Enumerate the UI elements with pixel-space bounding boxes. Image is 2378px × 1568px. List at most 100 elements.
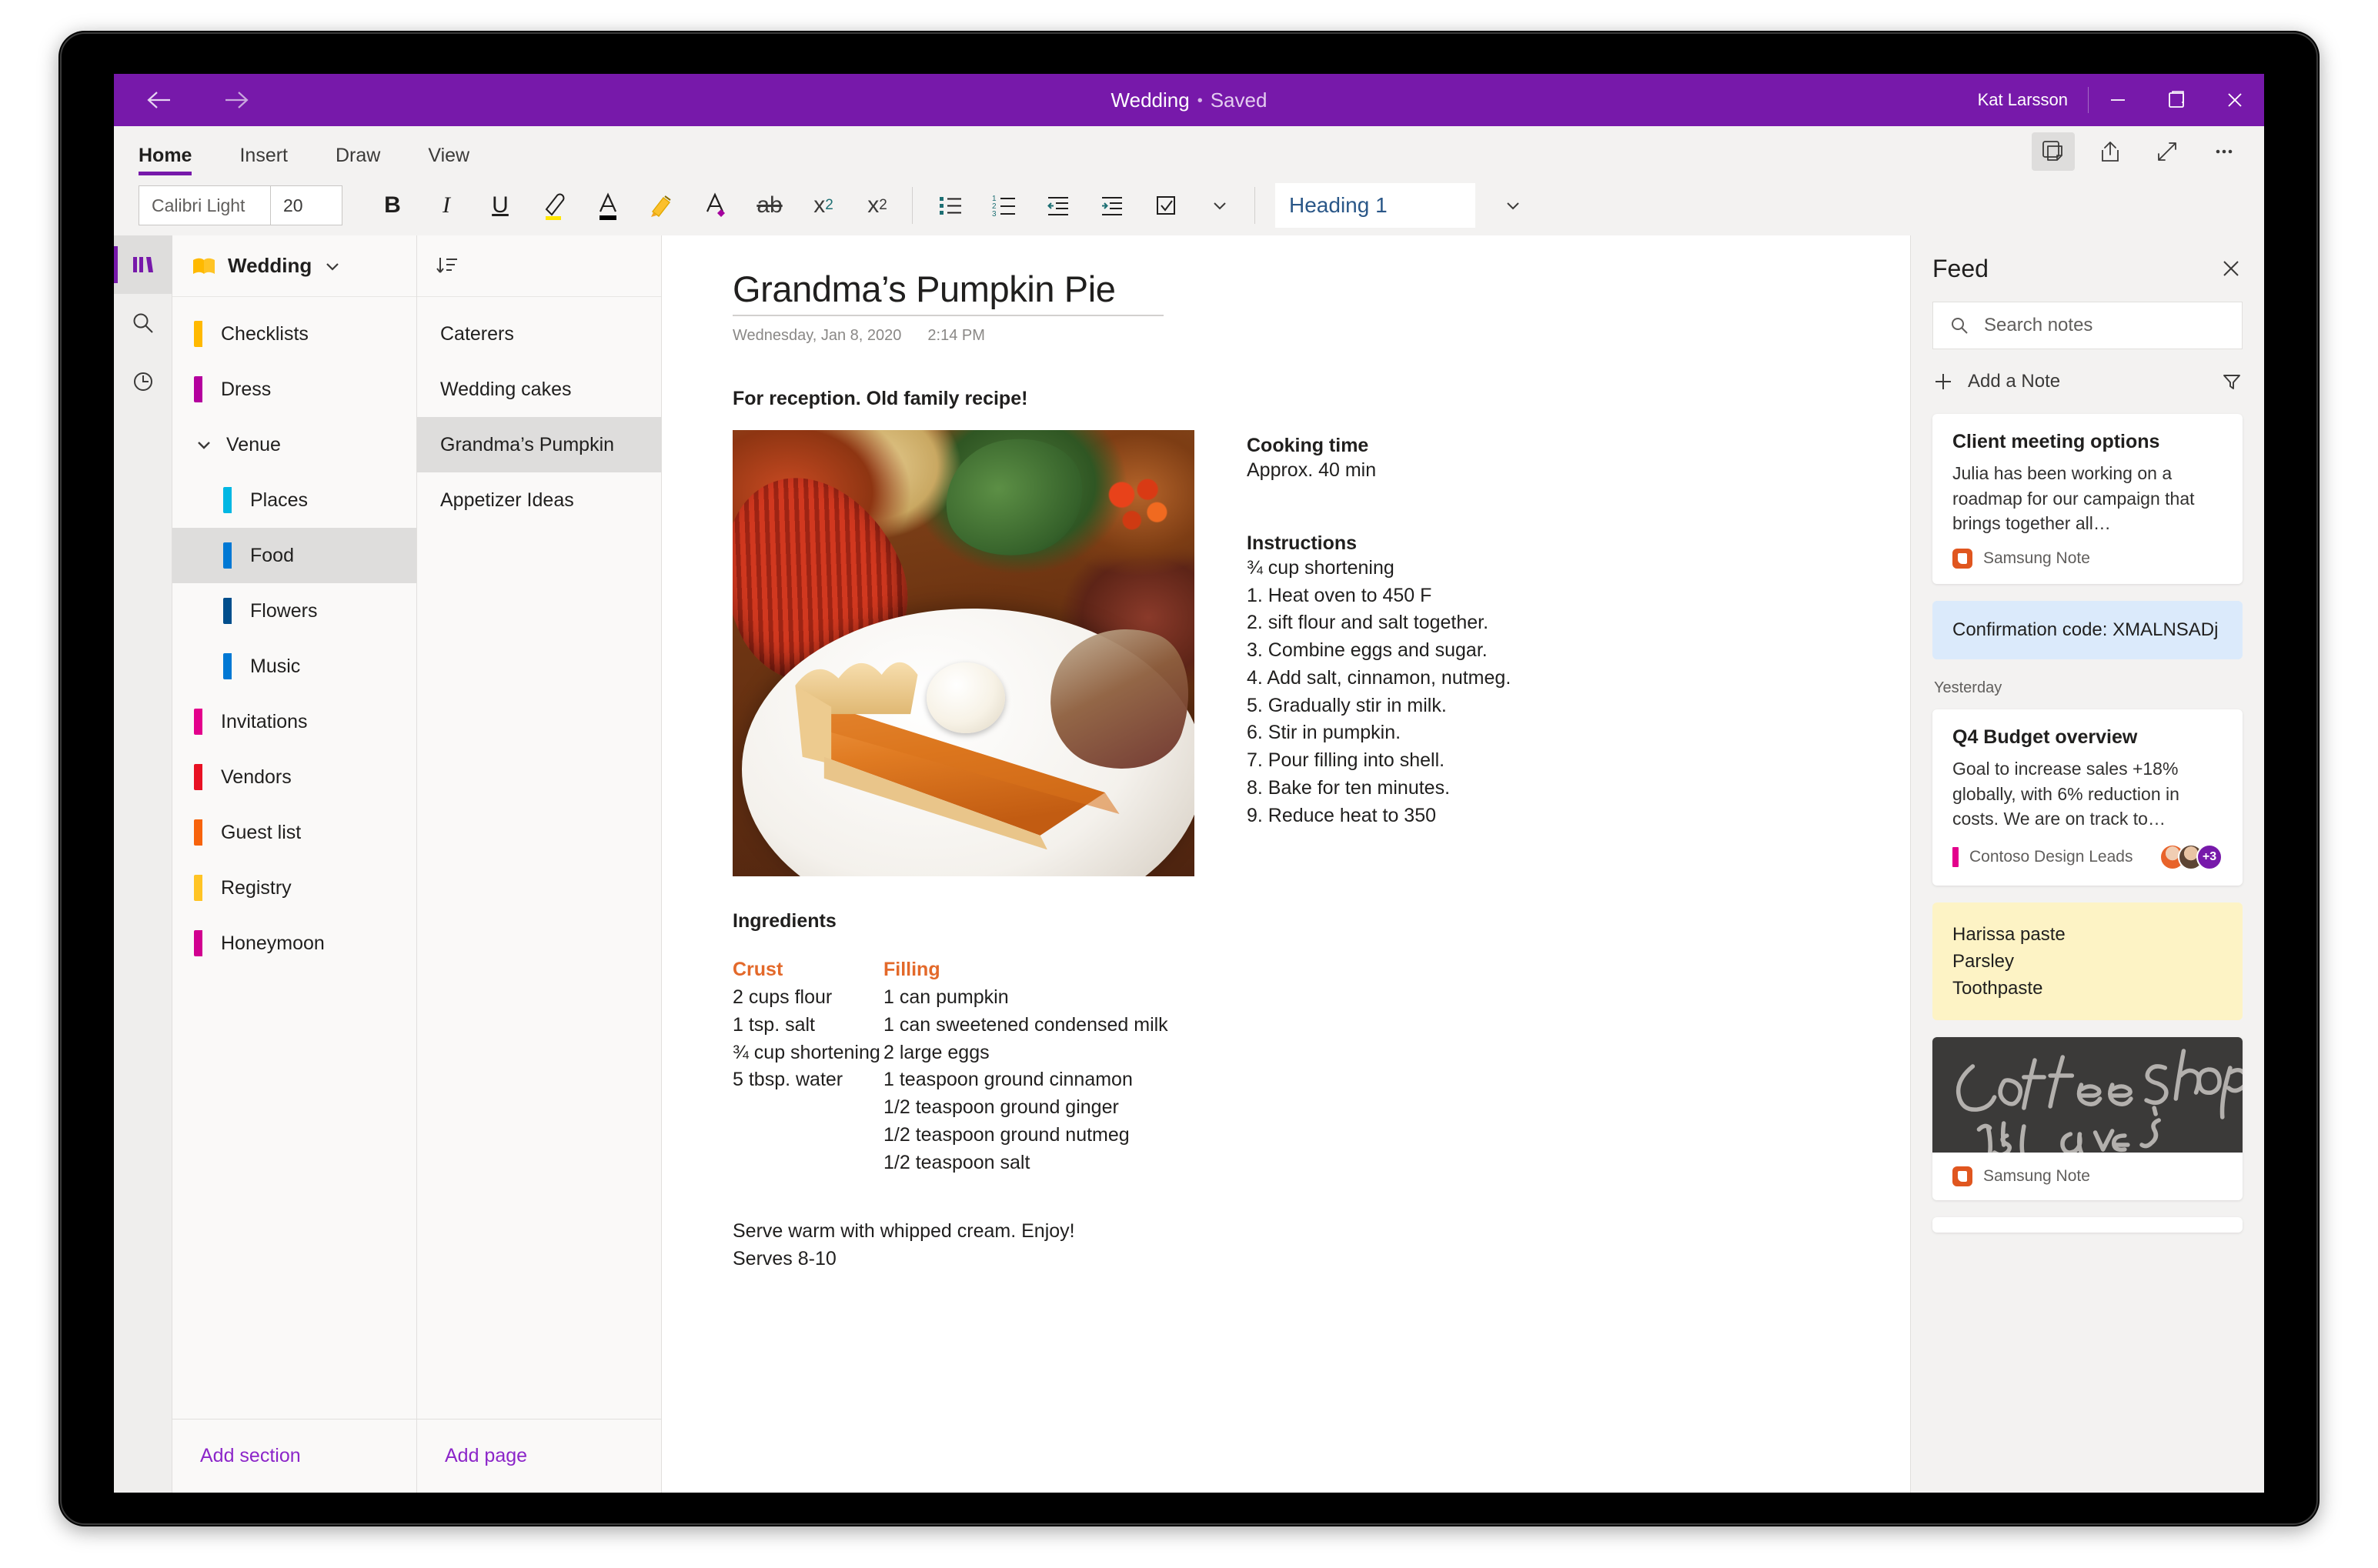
subscript-button[interactable]: x2 bbox=[800, 182, 847, 229]
todo-checkbox-icon[interactable] bbox=[1142, 182, 1190, 229]
close-icon[interactable] bbox=[2219, 257, 2243, 280]
plus-icon bbox=[1932, 371, 1954, 392]
section-item-dress[interactable]: Dress bbox=[172, 362, 416, 417]
section-item-invitations[interactable]: Invitations bbox=[172, 694, 416, 749]
section-label: Guest list bbox=[221, 821, 302, 843]
close-icon[interactable] bbox=[2206, 74, 2264, 126]
onenote-window: Wedding • Saved Kat Larsson Home Insert Dr… bbox=[114, 74, 2264, 1493]
format-painter-icon[interactable] bbox=[638, 182, 686, 229]
font-color-icon[interactable] bbox=[584, 182, 632, 229]
expand-icon[interactable] bbox=[2146, 132, 2189, 171]
superscript-button[interactable]: x2 bbox=[853, 182, 901, 229]
add-note-button[interactable]: Add a Note bbox=[1932, 371, 2060, 392]
section-item-music[interactable]: Music bbox=[172, 639, 416, 694]
numbered-list-icon[interactable]: 123 bbox=[980, 182, 1028, 229]
forward-arrow-icon[interactable] bbox=[214, 74, 260, 126]
page-item-grandmas-pumpkin[interactable]: Grandma’s Pumpkin bbox=[417, 417, 661, 472]
list-more-chevron-down-icon[interactable] bbox=[1196, 182, 1244, 229]
section-color-swatch bbox=[194, 376, 202, 402]
section-item-food[interactable]: Food bbox=[172, 528, 416, 583]
restore-icon[interactable] bbox=[2147, 74, 2206, 126]
card-body: Julia has been working on a roadmap for … bbox=[1952, 463, 2195, 534]
pumpkin-pie-photo[interactable] bbox=[733, 430, 1194, 876]
paragraph-style-select[interactable]: Heading 1 bbox=[1275, 183, 1475, 228]
feed-title: Feed bbox=[1932, 254, 1989, 282]
tab-home[interactable]: Home bbox=[139, 145, 192, 175]
add-note-label: Add a Note bbox=[1968, 371, 2061, 392]
clear-formatting-icon[interactable] bbox=[692, 182, 740, 229]
sticky-notes-icon[interactable] bbox=[2032, 132, 2075, 171]
feed-card-sticky-note[interactable]: Harissa paste Parsley Toothpaste bbox=[1932, 902, 2243, 1021]
feed-card-q4-budget[interactable]: Q4 Budget overview Goal to increase sale… bbox=[1932, 709, 2243, 886]
style-chevron-down-icon[interactable] bbox=[1489, 182, 1537, 229]
notebooks-icon[interactable] bbox=[114, 235, 172, 294]
intro-text[interactable]: For reception. Old family recipe! bbox=[733, 388, 1910, 410]
share-icon[interactable] bbox=[2089, 132, 2132, 171]
pages-list: Caterers Wedding cakes Grandma’s Pumpkin… bbox=[417, 297, 661, 1419]
more-options-icon[interactable] bbox=[2203, 132, 2246, 171]
pages-column: Caterers Wedding cakes Grandma’s Pumpkin… bbox=[417, 235, 662, 1493]
font-name-input[interactable]: Calibri Light bbox=[139, 195, 270, 216]
tab-insert[interactable]: Insert bbox=[239, 145, 288, 175]
feed-card-confirmation[interactable]: Confirmation code: XMALNSADj bbox=[1932, 600, 2243, 659]
samsung-note-icon bbox=[1952, 548, 1972, 569]
page-item-wedding-cakes[interactable]: Wedding cakes bbox=[417, 362, 661, 417]
clock-icon[interactable] bbox=[114, 352, 172, 411]
page-title[interactable]: Grandma’s Pumpkin Pie bbox=[733, 268, 1910, 310]
tab-view[interactable]: View bbox=[428, 145, 469, 175]
section-label: Food bbox=[250, 544, 294, 566]
section-item-places[interactable]: Places bbox=[172, 472, 416, 528]
section-item-flowers[interactable]: Flowers bbox=[172, 583, 416, 639]
back-arrow-icon[interactable] bbox=[135, 74, 182, 126]
instruction-line: 8. Bake for ten minutes. bbox=[1247, 776, 1451, 799]
search-notes-input[interactable]: Search notes bbox=[1932, 302, 2243, 349]
chevron-down-icon[interactable] bbox=[322, 256, 342, 276]
section-group-venue[interactable]: Venue bbox=[172, 417, 416, 472]
section-item-vendors[interactable]: Vendors bbox=[172, 749, 416, 805]
ingredients-heading: Ingredients bbox=[733, 910, 837, 932]
add-page-button[interactable]: Add page bbox=[417, 1419, 661, 1493]
section-item-guest-list[interactable]: Guest list bbox=[172, 805, 416, 860]
document-name: Wedding bbox=[1111, 88, 1190, 112]
feed-card-client-meeting[interactable]: Client meeting options Julia has been wo… bbox=[1932, 414, 2243, 584]
add-section-button[interactable]: Add section bbox=[172, 1419, 416, 1493]
italic-button[interactable]: I bbox=[422, 182, 470, 229]
content-columns: Cooking time Approx. 40 min Instructions… bbox=[733, 430, 1910, 876]
divider bbox=[1254, 187, 1255, 224]
instruction-line: 1. Heat oven to 450 F bbox=[1247, 584, 1432, 606]
font-size-input[interactable]: 20 bbox=[271, 195, 342, 216]
section-color-swatch bbox=[194, 764, 202, 790]
section-item-registry[interactable]: Registry bbox=[172, 860, 416, 916]
section-label: Flowers bbox=[250, 599, 318, 622]
avatar-group[interactable]: +3 bbox=[2159, 843, 2223, 870]
decrease-indent-icon[interactable] bbox=[1034, 182, 1082, 229]
recipe-text-column: Cooking time Approx. 40 min Instructions… bbox=[1247, 430, 1511, 876]
sort-icon[interactable] bbox=[434, 253, 460, 279]
bulleted-list-icon[interactable] bbox=[927, 182, 974, 229]
tab-draw[interactable]: Draw bbox=[336, 145, 380, 175]
instruction-line: 4. Add salt, cinnamon, nutmeg. bbox=[1247, 666, 1511, 689]
section-item-honeymoon[interactable]: Honeymoon bbox=[172, 916, 416, 971]
search-icon[interactable] bbox=[114, 294, 172, 352]
page-item-caterers[interactable]: Caterers bbox=[417, 306, 661, 362]
feed-card-handwriting[interactable]: Samsung Note bbox=[1932, 1037, 2243, 1201]
instruction-line: 9. Reduce heat to 350 bbox=[1247, 804, 1437, 826]
minimize-icon[interactable] bbox=[2089, 74, 2147, 126]
section-item-checklists[interactable]: Checklists bbox=[172, 306, 416, 362]
underline-button[interactable]: U bbox=[476, 182, 524, 229]
strikethrough-button[interactable]: ab bbox=[746, 182, 793, 229]
notebook-header[interactable]: Wedding bbox=[172, 235, 416, 297]
instruction-line: 3. Combine eggs and sugar. bbox=[1247, 639, 1488, 661]
user-account-name[interactable]: Kat Larsson bbox=[1978, 90, 2088, 110]
note-canvas[interactable]: Grandma’s Pumpkin Pie Wednesday, Jan 8, … bbox=[662, 235, 1910, 1493]
feed-card-partial[interactable] bbox=[1932, 1217, 2243, 1233]
filter-icon[interactable] bbox=[2221, 371, 2243, 392]
navigation-rail bbox=[114, 235, 172, 1493]
increase-indent-icon[interactable] bbox=[1088, 182, 1136, 229]
highlighter-icon[interactable] bbox=[530, 182, 578, 229]
chevron-down-icon[interactable] bbox=[194, 435, 217, 455]
bold-button[interactable]: B bbox=[369, 182, 416, 229]
cooking-time-heading: Cooking time bbox=[1247, 435, 1369, 456]
page-item-appetizer-ideas[interactable]: Appetizer Ideas bbox=[417, 472, 661, 528]
section-label: Checklists bbox=[221, 322, 309, 345]
